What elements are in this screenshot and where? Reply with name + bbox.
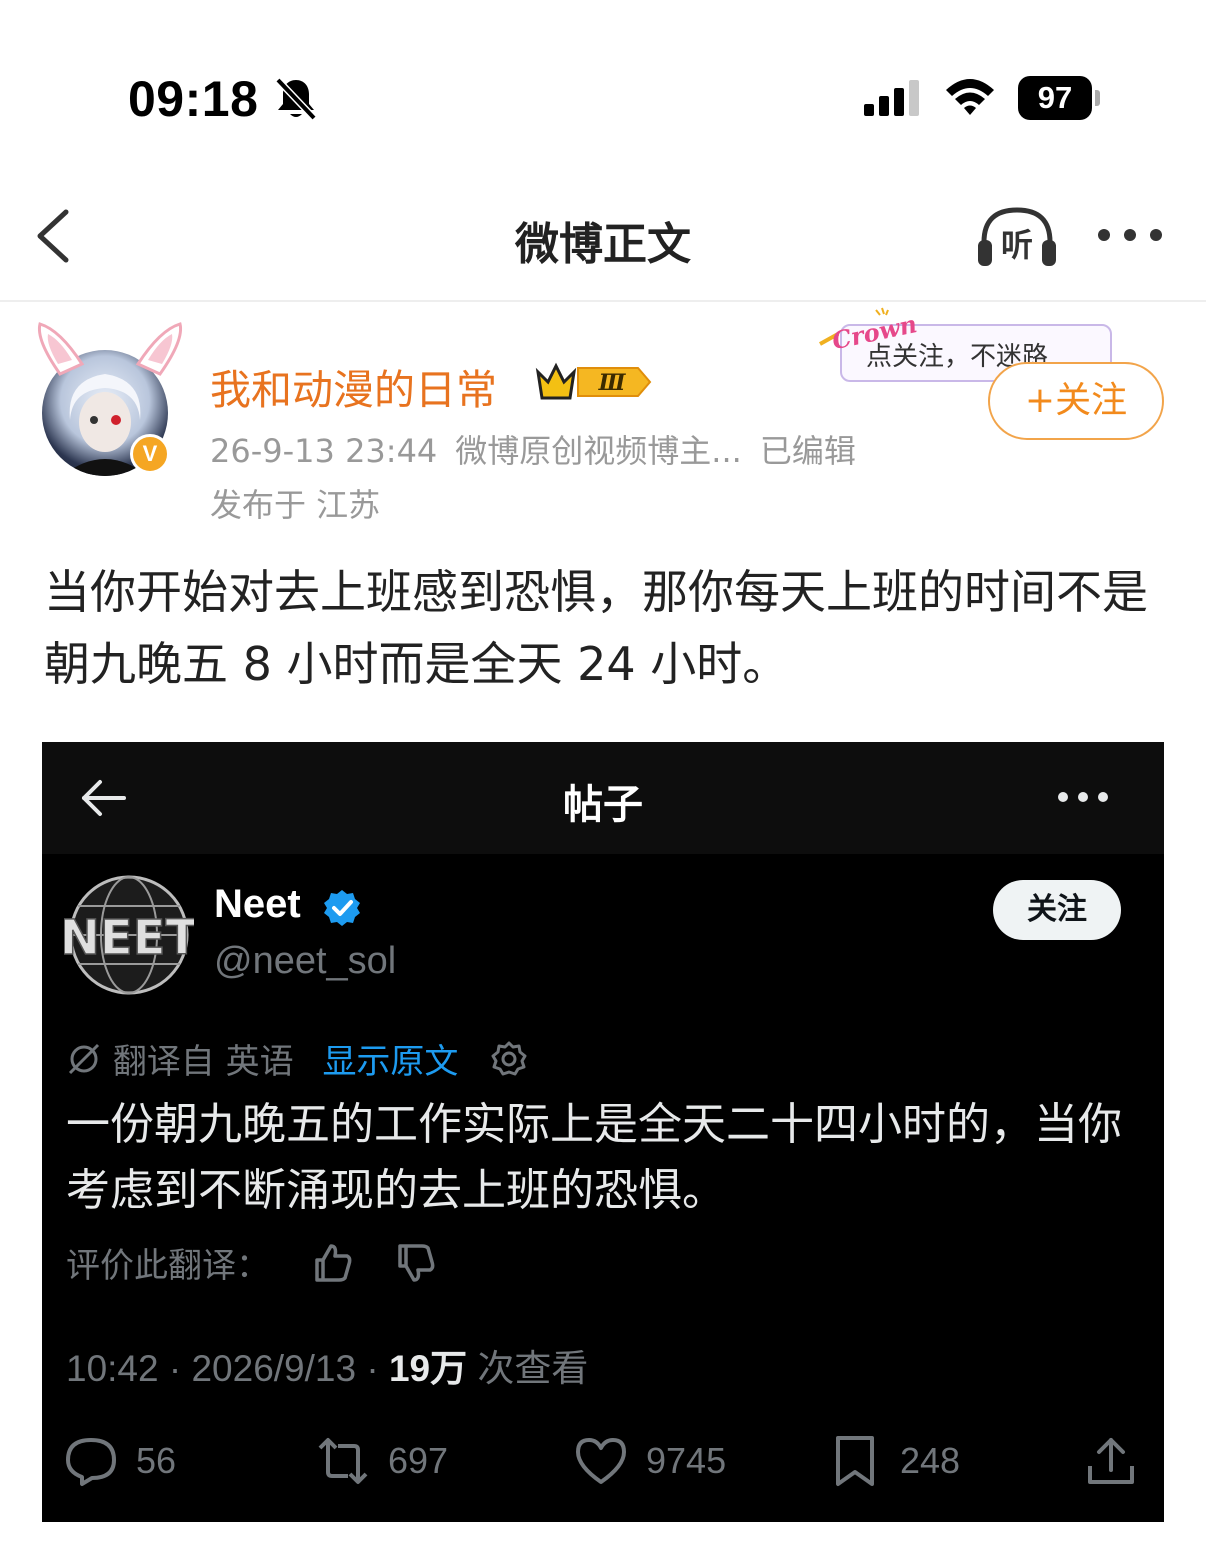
reply-icon <box>66 1438 116 1486</box>
rate-translation-label: 评价此翻译： <box>66 1246 270 1286</box>
bell-off-icon <box>275 77 317 121</box>
nav-bar: 微博正文 听 <box>0 170 1206 302</box>
more-options-icon[interactable] <box>1094 220 1166 250</box>
level-badge-text: Ⅲ <box>598 370 627 396</box>
author-avatar[interactable]: V <box>30 320 190 480</box>
post-location: 发布于 江苏 <box>210 486 381 524</box>
verified-check-icon <box>324 890 360 926</box>
post-meta: 26-9-13 23:44 微博原创视频博主... 已编辑 <box>210 426 874 472</box>
tweet-views-count: 19万 <box>388 1348 468 1389</box>
wifi-icon <box>946 79 994 115</box>
rabbit-ears-decoration <box>37 322 183 376</box>
repost-count: 697 <box>388 1440 449 1481</box>
tweet-action-bar: 56 697 9745 248 <box>42 1428 1164 1494</box>
edited-label[interactable]: 已编辑 <box>760 432 856 470</box>
tweet-handle: @neet_sol <box>214 940 397 982</box>
headphones-listen-icon[interactable]: 听 <box>974 202 1060 270</box>
bookmark-action: 248 <box>828 1428 960 1494</box>
thumbs-up-icon <box>315 1243 352 1282</box>
tweet-follow-button: 关注 <box>993 880 1121 940</box>
crown-sticker-icon: Crown <box>819 307 919 350</box>
cellular-signal-icon <box>864 80 919 116</box>
bookmark-icon <box>836 1436 874 1486</box>
repost-icon <box>318 1438 368 1484</box>
crown-level-badge-icon: Ⅲ <box>535 362 652 400</box>
listen-label: 听 <box>1001 226 1033 264</box>
like-count: 9745 <box>646 1440 727 1481</box>
reply-action: 56 <box>64 1428 176 1494</box>
battery-level: 97 <box>1018 76 1092 120</box>
verified-badge: V <box>130 434 170 474</box>
tweet-views-label: 次查看 <box>467 1348 589 1389</box>
embed-more-icon <box>1058 792 1108 802</box>
translated-from-label: 翻译自 英语 <box>112 1042 294 1082</box>
post-text: 当你开始对去上班感到恐惧，那你每天上班的时间不是朝九晚五 8 小时而是全天 24… <box>44 565 1148 691</box>
thumbs-down-icon <box>397 1243 435 1282</box>
show-original-link: 显示原文 <box>322 1042 459 1082</box>
embed-page-title: 帖子 <box>563 782 643 828</box>
post-timestamp: 26-9-13 23:44 <box>210 432 438 470</box>
tweet-display-name: Neet <box>214 882 301 926</box>
embed-top-bar: 帖子 <box>42 742 1164 854</box>
heart-icon <box>576 1438 626 1484</box>
status-time: 09:18 <box>128 71 259 127</box>
tweet-time-date: 10:42 · 2026/9/13 · <box>66 1348 389 1389</box>
share-icon <box>1088 1438 1134 1484</box>
translation-row: 翻译自 英语 显示原文 <box>66 1034 529 1082</box>
author-name[interactable]: 我和动漫的日常 <box>210 356 497 416</box>
status-bar: 09:18 97 <box>0 0 1206 160</box>
follow-button[interactable]: +关注 <box>988 362 1164 440</box>
embedded-screenshot[interactable]: 帖子 NEET Neet @neet_sol 关注 翻译自 英语 显示原文 一份… <box>42 742 1164 1522</box>
crown-sticker-text: Crown <box>829 309 919 350</box>
battery-icon: 97 <box>1018 76 1100 120</box>
tweet-text: 一份朝九晚五的工作实际上是全天二十四小时的，当你考虑到不断涌现的去上班的恐惧。 <box>66 1099 1122 1216</box>
rate-translation-row: 评价此翻译： <box>66 1238 436 1286</box>
like-action: 9745 <box>574 1428 726 1494</box>
neet-logo-text: NEET <box>64 910 194 966</box>
share-action <box>1084 1428 1138 1494</box>
tweet-meta: 10:42 · 2026/9/13 · 19万 次查看 <box>66 1338 588 1392</box>
neet-globe-logo: NEET <box>64 875 194 995</box>
bookmark-count: 248 <box>900 1440 961 1481</box>
reply-count: 56 <box>136 1440 177 1481</box>
post-source[interactable]: 微博原创视频博主... <box>455 432 742 470</box>
translate-slash-icon <box>68 1043 100 1074</box>
settings-gear-icon <box>491 1041 527 1075</box>
repost-action: 697 <box>316 1428 448 1494</box>
